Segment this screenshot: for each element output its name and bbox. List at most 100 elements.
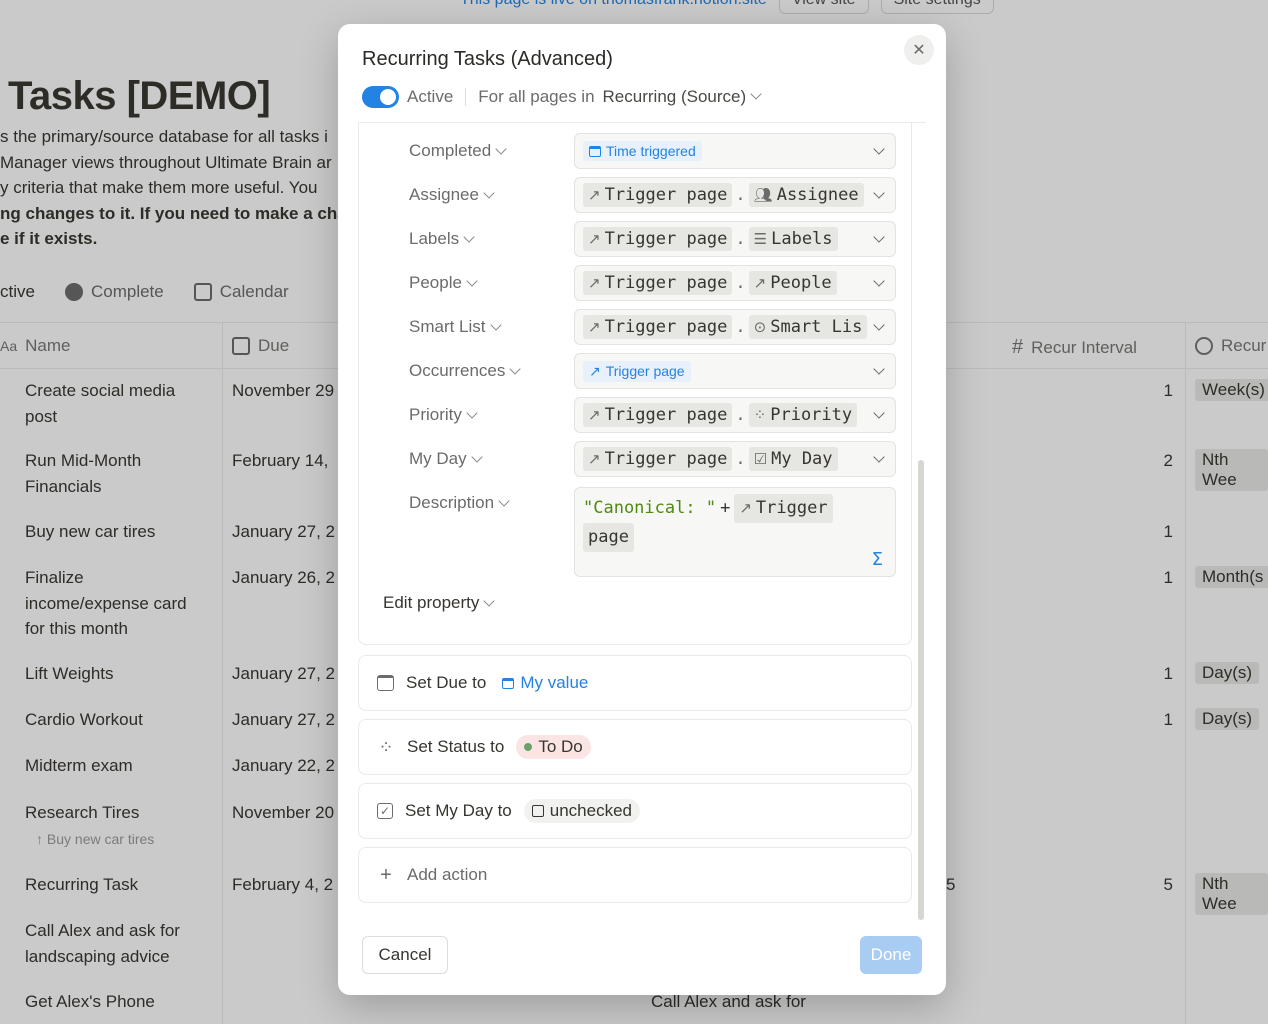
field-label: Assignee	[776, 185, 859, 205]
separator-dot: .	[735, 273, 746, 293]
scope-database-label: Recurring (Source)	[602, 87, 747, 106]
property-label: People	[409, 273, 462, 292]
chevron-down-icon	[873, 231, 885, 243]
source-chip: ↗ Trigger page	[583, 315, 733, 339]
property-label-select[interactable]: Description	[409, 493, 574, 513]
property-label-select[interactable]: People	[409, 273, 574, 293]
property-row-completed: Completed Time triggered	[409, 133, 896, 169]
edit-property-select[interactable]: Edit property	[383, 593, 496, 613]
close-button[interactable]: ✕	[904, 35, 934, 65]
arrow-up-right-icon: ↗	[753, 274, 767, 292]
modal-title: Recurring Tasks (Advanced)	[362, 48, 613, 70]
property-label-select[interactable]: Priority	[409, 405, 574, 425]
calendar-icon	[377, 675, 394, 691]
status-value-chip[interactable]: To Do	[516, 735, 591, 759]
property-value-select[interactable]: ↗ Trigger page. ☑ My Day	[574, 441, 896, 477]
action-label: Set Status to	[407, 737, 505, 756]
due-value-chip[interactable]: My value	[498, 671, 592, 695]
property-value-select[interactable]: ↗ Trigger page. ☰ Labels	[574, 221, 896, 257]
property-label: Occurrences	[409, 361, 506, 380]
arrow-up-right-icon: ↗	[588, 186, 601, 204]
cancel-button[interactable]: Cancel	[362, 936, 448, 974]
action-set-my-day[interactable]: ✓ Set My Day to unchecked	[358, 783, 912, 839]
arrow-up-right-icon: ↗	[739, 499, 752, 517]
arrow-up-right-icon: ↗	[588, 450, 601, 468]
active-toggle[interactable]	[362, 86, 399, 108]
arrow-up-right-icon: ↗	[588, 318, 601, 336]
chevron-down-icon	[873, 451, 885, 463]
status-icon: ⁘	[378, 736, 394, 757]
source-label: Trigger page	[604, 317, 728, 337]
property-label-select[interactable]: My Day	[409, 449, 574, 469]
action-set-status[interactable]: ⁘ Set Status to To Do	[358, 719, 912, 775]
value-chip: ↗ Trigger page	[583, 360, 691, 382]
chevron-down-icon	[495, 143, 507, 155]
chevron-down-icon	[873, 319, 885, 331]
separator-dot: .	[735, 405, 746, 425]
formula-chip: ↗ Trigger	[734, 494, 833, 523]
chevron-down-icon	[873, 143, 885, 155]
empty-checkbox-icon	[531, 805, 544, 817]
my-day-value-chip[interactable]: unchecked	[523, 799, 640, 823]
status-icon: ⊙	[753, 318, 767, 336]
chevron-down-icon	[463, 231, 475, 243]
action-set-due[interactable]: Set Due to My value	[358, 655, 912, 711]
source-chip: ↗ Trigger page	[583, 271, 733, 295]
property-label-select[interactable]: Smart List	[409, 317, 574, 337]
property-value-select[interactable]: ↗ Trigger page	[574, 353, 896, 389]
people-icon: 👥︎	[753, 186, 773, 204]
chevron-down-icon	[470, 451, 483, 463]
property-label: Labels	[409, 229, 460, 248]
arrow-up-right-icon: ↗	[589, 362, 601, 379]
field-chip: ⊙ Smart Lis	[748, 315, 868, 339]
done-button[interactable]: Done	[860, 936, 922, 974]
property-label: Smart List	[409, 317, 486, 336]
checkbox-icon: ✓	[377, 803, 393, 819]
source-chip: ↗ Trigger page	[583, 183, 733, 207]
property-value-select[interactable]: ↗ Trigger page. 👥︎ Assignee	[574, 177, 896, 213]
edit-property-card: Completed Time triggered Assignee ↗ Trigg…	[358, 123, 912, 645]
field-chip: 👥︎ Assignee	[748, 183, 864, 207]
property-value-select[interactable]: ↗ Trigger page. ↗ People	[574, 265, 896, 301]
arrow-up-right-icon: ↗	[588, 230, 601, 248]
field-label: My Day	[771, 449, 833, 469]
calendar-icon	[589, 145, 601, 157]
property-value-select[interactable]: ↗ Trigger page. ⁘ Priority	[574, 397, 896, 433]
chevron-down-icon	[466, 275, 478, 287]
add-action-button[interactable]: + Add action	[358, 847, 912, 903]
field-label: Smart Lis	[770, 317, 863, 337]
action-label: Set My Day to	[405, 801, 512, 820]
property-label-select[interactable]: Labels	[409, 229, 574, 249]
property-label-select[interactable]: Assignee	[409, 185, 574, 205]
scope-database-select[interactable]: Recurring (Source)	[602, 87, 762, 107]
chevron-down-icon	[873, 187, 885, 199]
chevron-down-icon	[873, 407, 885, 419]
scrollbar[interactable]	[918, 460, 924, 920]
list-icon: ☰	[753, 230, 768, 248]
chevron-down-icon	[498, 495, 510, 507]
value-label: Time triggered	[606, 143, 696, 159]
property-label: Completed	[409, 141, 492, 160]
separator-dot: .	[735, 317, 746, 337]
property-value-select[interactable]: Time triggered	[574, 133, 896, 169]
chevron-down-icon	[873, 363, 885, 375]
property-label: Description	[409, 493, 495, 512]
property-row-people: People ↗ Trigger page. ↗ People	[409, 265, 896, 301]
modal-scroll-area[interactable]: Completed Time triggered Assignee ↗ Trigg…	[338, 123, 946, 943]
automation-status-bar: Active For all pages in Recurring (Sourc…	[362, 86, 762, 108]
chevron-down-icon	[873, 275, 885, 287]
property-label-select[interactable]: Occurrences	[409, 361, 574, 381]
source-label: Trigger page	[604, 273, 728, 293]
property-label-select[interactable]: Completed	[409, 141, 574, 161]
status-value-label: To Do	[538, 737, 583, 756]
source-chip: ↗ Trigger page	[583, 227, 733, 251]
property-value-select[interactable]: ↗ Trigger page. ⊙ Smart Lis	[574, 309, 896, 345]
property-label: Assignee	[409, 185, 479, 204]
chevron-down-icon	[483, 187, 495, 199]
field-chip: ↗ People	[748, 271, 837, 295]
field-label: Priority	[770, 405, 853, 425]
formula-chip-label: Trigger	[755, 498, 828, 518]
source-label: Trigger page	[604, 405, 728, 425]
formula-sigma-icon[interactable]: Σ	[872, 547, 883, 572]
formula-editor[interactable]: "Canonical: " + ↗ Trigger page Σ	[574, 487, 896, 577]
